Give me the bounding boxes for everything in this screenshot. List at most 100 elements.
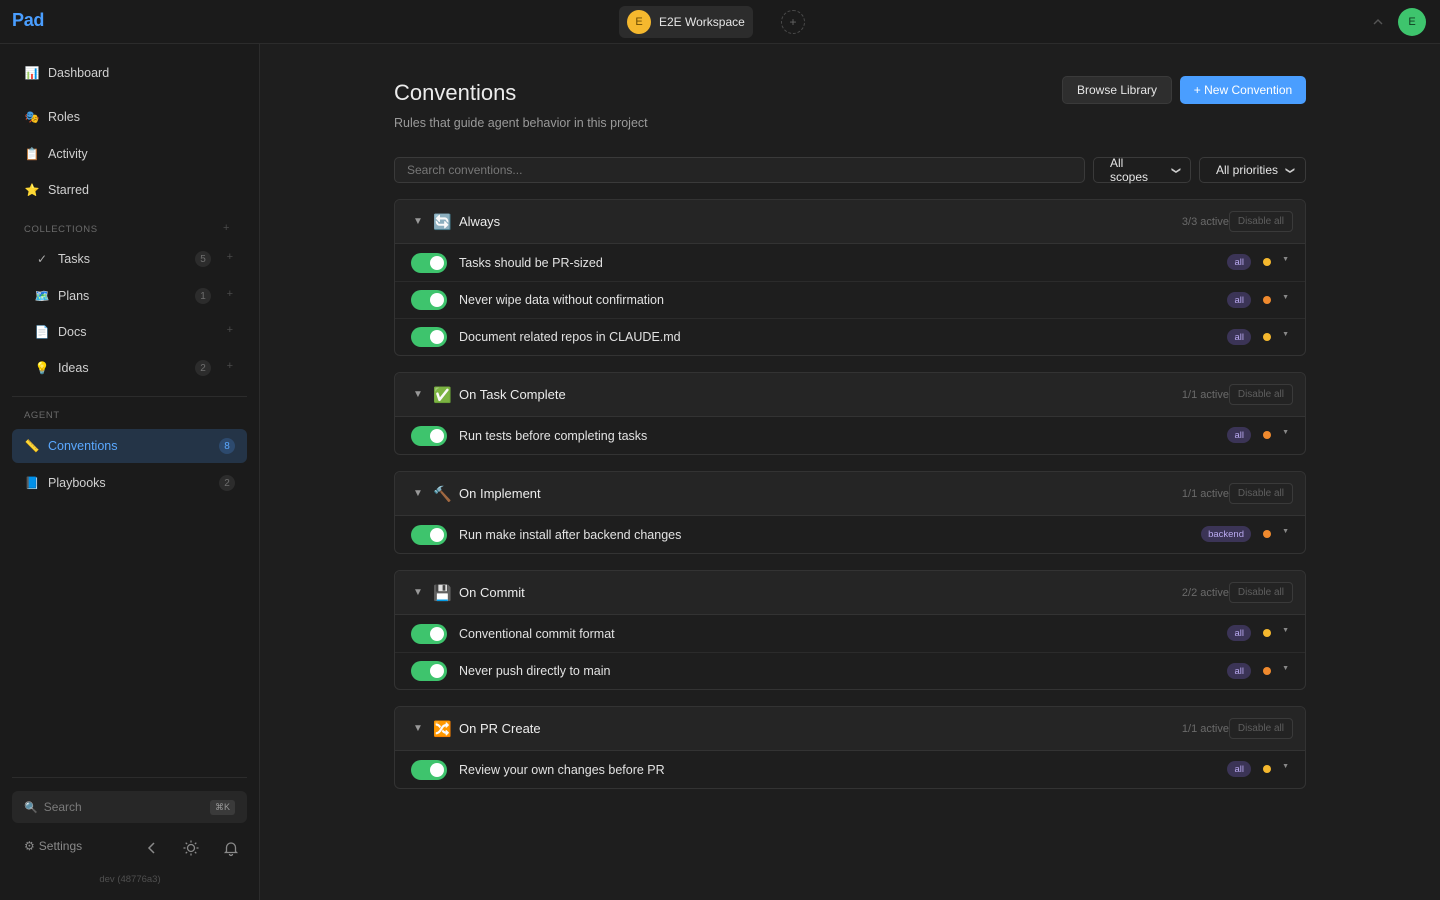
sidebar: 📊 Dashboard 🎭 Roles 📋 Activity ⭐ Starred… <box>0 44 260 900</box>
active-count: 2/2 active <box>1181 586 1229 599</box>
convention-row[interactable]: Tasks should be PR-sized all ▼ <box>395 244 1305 281</box>
convention-toggle[interactable] <box>411 623 447 644</box>
convention-row[interactable]: Review your own changes before PR all ▼ <box>395 751 1305 788</box>
disable-all-button[interactable]: Disable all <box>1228 483 1293 504</box>
sidebar-item-roles[interactable]: 🎭 Roles <box>12 100 247 134</box>
chevron-down-icon[interactable]: ▼ <box>1282 331 1289 338</box>
active-count: 1/1 active <box>1181 722 1229 735</box>
top-bar: Pad E E2E Workspace + E <box>0 0 1440 44</box>
scope-tag: all <box>1227 663 1251 679</box>
convention-name: Run make install after backend changes <box>459 527 682 542</box>
sidebar-item-playbooks[interactable]: 📘 Playbooks 2 <box>12 466 247 500</box>
add-task-icon[interactable]: + <box>227 251 233 263</box>
convention-toggle[interactable] <box>411 290 447 310</box>
collapse-triangle-icon[interactable]: ▼ <box>413 216 433 227</box>
sidebar-item-label: Ideas <box>58 361 89 375</box>
theme-sun-icon[interactable] <box>182 839 200 857</box>
settings-link[interactable]: ⚙ Settings <box>24 839 82 853</box>
chevron-down-icon[interactable]: ▼ <box>1282 627 1289 634</box>
group-header[interactable]: ▼ 🔨 On Implement 1/1 active Disable all <box>395 472 1305 516</box>
convention-group: ▼ 💾 On Commit 2/2 active Disable all Conventi… <box>394 570 1306 690</box>
sidebar-item-ideas[interactable]: 💡 Ideas 2 + <box>12 351 247 385</box>
group-header[interactable]: ▼ 💾 On Commit 2/2 active Disable all <box>395 571 1305 615</box>
scope-tag: all <box>1227 292 1251 308</box>
convention-row[interactable]: Run make install after backend changes ba… <box>395 516 1305 553</box>
search-conventions-input[interactable] <box>394 157 1085 183</box>
chevron-down-icon[interactable]: ▼ <box>1282 528 1289 535</box>
sidebar-item-docs[interactable]: 📄 Docs + <box>12 315 247 349</box>
sidebar-item-dashboard[interactable]: 📊 Dashboard <box>12 56 247 90</box>
chevron-down-icon[interactable]: ▼ <box>1282 665 1289 672</box>
convention-toggle[interactable] <box>411 524 447 545</box>
item-count-badge: 1 <box>195 288 211 304</box>
collections-section-label: COLLECTIONS <box>24 224 98 235</box>
convention-toggle[interactable] <box>411 661 447 681</box>
chart-icon: 📊 <box>24 66 40 80</box>
priority-dot <box>1263 258 1271 266</box>
priority-dot <box>1263 431 1271 439</box>
add-idea-icon[interactable]: + <box>227 360 233 372</box>
sidebar-divider <box>12 396 247 397</box>
sidebar-item-activity[interactable]: 📋 Activity <box>12 137 247 171</box>
add-plan-icon[interactable]: + <box>227 288 233 300</box>
sidebar-item-label: Tasks <box>58 252 90 266</box>
convention-row[interactable]: Run tests before completing tasks all ▼ <box>395 417 1305 454</box>
chevron-down-icon[interactable]: ▼ <box>1282 429 1289 436</box>
scope-filter-select[interactable]: All scopes ❯ <box>1093 156 1191 184</box>
group-name: On Implement <box>459 486 541 501</box>
chevron-down-icon[interactable]: ▼ <box>1282 256 1289 263</box>
chevron-down-icon[interactable]: ▼ <box>1282 763 1289 770</box>
gear-icon: ⚙ <box>24 839 35 853</box>
user-avatar[interactable]: E <box>1398 8 1426 36</box>
collapse-sidebar-icon[interactable] <box>143 839 161 857</box>
priority-select-value: All priorities <box>1216 163 1279 177</box>
convention-row[interactable]: Never wipe data without confirmation all ▼ <box>395 281 1305 318</box>
add-workspace-button[interactable]: + <box>781 10 805 34</box>
scope-tag: all <box>1227 329 1251 345</box>
collapse-triangle-icon[interactable]: ▼ <box>413 389 433 400</box>
convention-toggle[interactable] <box>411 759 447 780</box>
scope-tag: all <box>1227 625 1251 641</box>
group-header[interactable]: ▼ 🔀 On PR Create 1/1 active Disable all <box>395 707 1305 751</box>
group-header[interactable]: ▼ 🔄 Always 3/3 active Disable all <box>395 200 1305 244</box>
sidebar-search[interactable]: 🔍 Search ⌘K <box>12 791 247 823</box>
sidebar-item-plans[interactable]: 🗺️ Plans 1 + <box>12 279 247 313</box>
trigger-icon: ✅ <box>433 386 452 404</box>
convention-toggle[interactable] <box>411 252 447 273</box>
priority-dot <box>1263 765 1271 773</box>
map-icon: 🗺️ <box>34 289 50 303</box>
priority-dot <box>1263 530 1271 538</box>
convention-toggle[interactable] <box>411 425 447 446</box>
chevron-down-icon[interactable]: ▼ <box>1282 294 1289 301</box>
add-collection-icon[interactable]: + <box>223 222 229 234</box>
new-convention-button[interactable]: + New Convention <box>1180 76 1306 104</box>
convention-row[interactable]: Document related repos in CLAUDE.md all ▼ <box>395 318 1305 355</box>
convention-group: ▼ ✅ On Task Complete 1/1 active Disable all R… <box>394 372 1306 455</box>
chevron-up-icon[interactable] <box>1370 14 1386 30</box>
disable-all-button[interactable]: Disable all <box>1228 582 1293 603</box>
book-icon: 📘 <box>24 476 40 490</box>
group-header[interactable]: ▼ ✅ On Task Complete 1/1 active Disable all <box>395 373 1305 417</box>
sidebar-item-conventions[interactable]: 📏 Conventions 8 <box>12 429 247 463</box>
convention-toggle[interactable] <box>411 327 447 347</box>
priority-dot <box>1263 296 1271 304</box>
sidebar-item-tasks[interactable]: ✓ Tasks 5 + <box>12 242 247 276</box>
app-logo[interactable]: Pad <box>12 10 44 31</box>
disable-all-button[interactable]: Disable all <box>1228 718 1293 739</box>
disable-all-button[interactable]: Disable all <box>1228 384 1293 405</box>
workspace-switcher[interactable]: E E2E Workspace <box>619 6 753 38</box>
priority-filter-select[interactable]: All priorities ❯ <box>1199 157 1306 183</box>
convention-row[interactable]: Conventional commit format all ▼ <box>395 615 1305 652</box>
sidebar-item-starred[interactable]: ⭐ Starred <box>12 173 247 207</box>
convention-name: Never push directly to main <box>459 664 611 678</box>
group-name: On Task Complete <box>459 387 566 402</box>
browse-library-button[interactable]: Browse Library <box>1062 76 1172 104</box>
collapse-triangle-icon[interactable]: ▼ <box>413 587 433 598</box>
disable-all-button[interactable]: Disable all <box>1228 211 1293 232</box>
bell-icon[interactable] <box>222 839 240 857</box>
convention-row[interactable]: Never push directly to main all ▼ <box>395 652 1305 689</box>
collapse-triangle-icon[interactable]: ▼ <box>413 723 433 734</box>
convention-name: Tasks should be PR-sized <box>459 255 603 270</box>
add-doc-icon[interactable]: + <box>227 324 233 336</box>
collapse-triangle-icon[interactable]: ▼ <box>413 488 433 499</box>
